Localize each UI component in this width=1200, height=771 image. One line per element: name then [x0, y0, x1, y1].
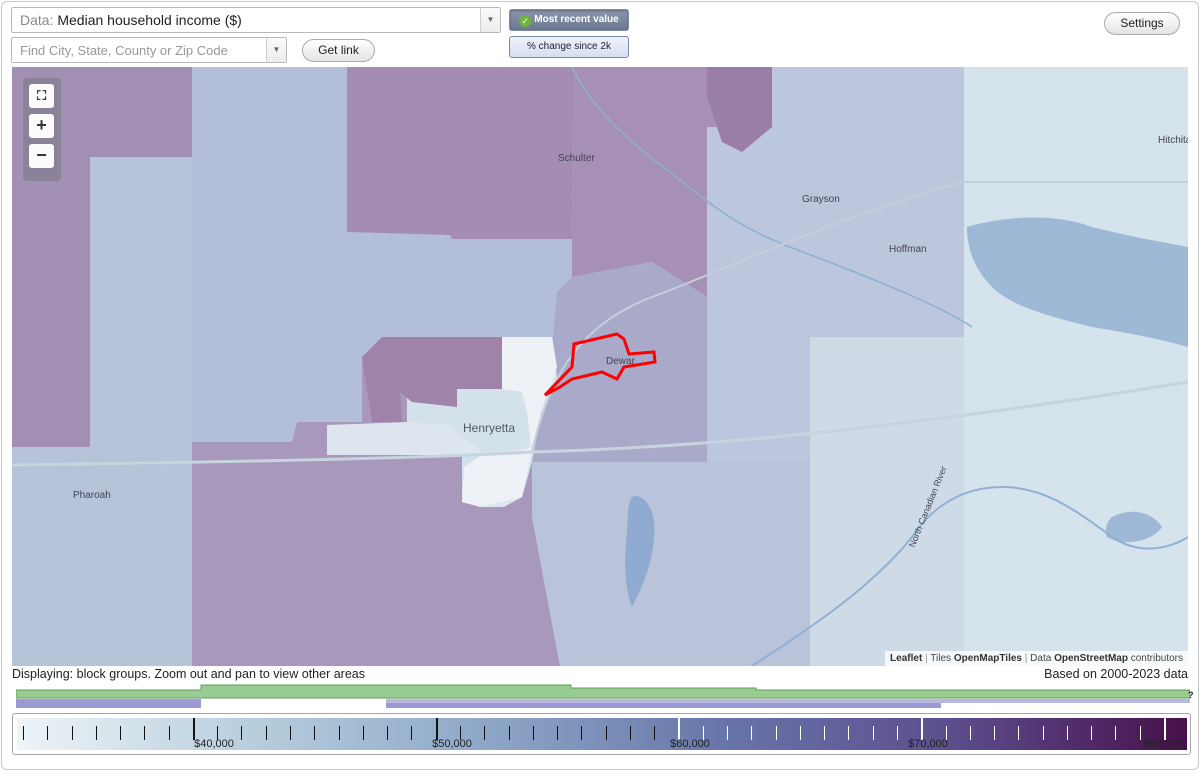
- map-attribution: Leaflet | Tiles OpenMapTiles | Data Open…: [885, 651, 1188, 666]
- legend-tick: [1139, 726, 1141, 740]
- chevron-down-icon[interactable]: ▼: [480, 8, 500, 32]
- place-label-schulter: Schulter: [558, 153, 595, 164]
- place-label-dewar: Dewar: [606, 356, 635, 367]
- zoom-in-button[interactable]: +: [29, 114, 54, 138]
- data-selector-prefix: Data:: [20, 12, 54, 28]
- zoom-control: ⛶ + −: [23, 78, 61, 181]
- leaflet-link[interactable]: Leaflet: [890, 653, 922, 664]
- legend-tick: [241, 726, 243, 740]
- legend-tick: [168, 726, 170, 740]
- legend-tick: [71, 726, 73, 740]
- legend-tick: [1042, 726, 1044, 740]
- legend-tick: [532, 726, 534, 740]
- settings-button[interactable]: Settings: [1104, 12, 1180, 35]
- legend-tick: [557, 726, 559, 740]
- legend-tick: [1066, 726, 1068, 740]
- legend-tick: [95, 726, 97, 740]
- legend-tick: [338, 726, 340, 740]
- legend-tick: [387, 726, 389, 740]
- legend-tick: [848, 726, 850, 740]
- region-schulter: [347, 67, 575, 239]
- legend-tick: [994, 726, 996, 740]
- chevron-down-icon[interactable]: ▼: [266, 38, 286, 62]
- choropleth-map[interactable]: Schulter Grayson Hoffman Hitchita Dewar …: [12, 67, 1188, 666]
- check-icon: ✓: [519, 15, 532, 27]
- legend-tick: [1115, 726, 1117, 740]
- place-label-hoffman: Hoffman: [889, 244, 927, 255]
- data-selector[interactable]: Data: Median household income ($) ▼: [11, 7, 501, 33]
- east-region: [962, 67, 1188, 666]
- legend-tick: [775, 726, 777, 740]
- legend-tick: [678, 718, 681, 740]
- legend-tick: [581, 726, 583, 740]
- color-legend: $40,000 $50,000 $60,000 $70,000 $80,000: [12, 713, 1191, 755]
- legend-tick: [144, 726, 146, 740]
- distribution-purple-thin: [386, 699, 1190, 703]
- openstreetmap-link[interactable]: OpenStreetMap: [1054, 653, 1128, 664]
- legend-tick: [435, 718, 438, 740]
- place-label-henryetta: Henryetta: [463, 421, 516, 435]
- legend-tick: [120, 726, 122, 740]
- legend-tick: [799, 726, 801, 740]
- legend-tick: [192, 718, 195, 740]
- legend-label: $60,000: [670, 738, 710, 750]
- place-label-pharoah: Pharoah: [73, 490, 111, 501]
- legend-tick: [265, 726, 267, 740]
- most-recent-label: Most recent value: [534, 14, 619, 25]
- legend-tick: [23, 726, 24, 740]
- place-label-hitchita: Hitchita: [1158, 135, 1188, 146]
- legend-tick: [1091, 726, 1093, 740]
- location-search[interactable]: ▼: [11, 37, 287, 63]
- zoom-out-button[interactable]: −: [29, 144, 54, 168]
- legend-tick: [362, 726, 364, 740]
- legend-tick: [751, 726, 753, 740]
- legend-tick: [921, 718, 924, 740]
- legend-tick: [727, 726, 729, 740]
- legend-tick: [508, 726, 510, 740]
- legend-tick: [290, 726, 292, 740]
- legend-tick: [824, 726, 826, 740]
- legend-label: $40,000: [194, 738, 234, 750]
- place-label-grayson: Grayson: [802, 194, 840, 205]
- legend-tick: [872, 726, 874, 740]
- contributors-text: contributors: [1130, 653, 1183, 664]
- legend-tick: [314, 726, 316, 740]
- legend-tick: [605, 726, 607, 740]
- region-east-central: [810, 337, 964, 666]
- tiles-prefix: Tiles: [930, 653, 952, 664]
- distribution-indicator: [15, 684, 1191, 712]
- legend-tick: [411, 726, 413, 740]
- data-range-note: Based on 2000-2023 data: [1044, 667, 1188, 681]
- search-input[interactable]: [12, 38, 262, 62]
- legend-tick: [1164, 718, 1166, 740]
- help-icon[interactable]: ?: [1188, 690, 1194, 700]
- region-southeast: [532, 462, 810, 666]
- distribution-green-bar: [15, 684, 1191, 699]
- legend-tick: [654, 726, 656, 740]
- legend-label: $50,000: [432, 738, 472, 750]
- get-link-button[interactable]: Get link: [302, 39, 375, 62]
- legend-tick: [1018, 726, 1020, 740]
- distribution-purple-left: [16, 699, 201, 708]
- legend-tick: [969, 726, 971, 740]
- data-prefix: Data: [1030, 653, 1052, 664]
- percent-change-button[interactable]: % change since 2k: [509, 36, 629, 58]
- legend-tick: [484, 726, 486, 740]
- displaying-status: Displaying: block groups. Zoom out and p…: [12, 667, 365, 681]
- data-selector-value: Median household income ($): [57, 12, 242, 28]
- distribution-svg: [15, 684, 1191, 708]
- fullscreen-icon[interactable]: ⛶: [29, 84, 54, 108]
- legend-tick: [47, 726, 49, 740]
- legend-label: $70,000: [908, 738, 948, 750]
- openmaptiles-link[interactable]: OpenMapTiles: [954, 653, 1022, 664]
- legend-tick: [629, 726, 631, 740]
- legend-tick: [896, 726, 898, 740]
- map-layer: [12, 67, 1188, 666]
- most-recent-value-button[interactable]: ✓ Most recent value: [509, 9, 629, 31]
- legend-label: $80,000: [1143, 738, 1183, 750]
